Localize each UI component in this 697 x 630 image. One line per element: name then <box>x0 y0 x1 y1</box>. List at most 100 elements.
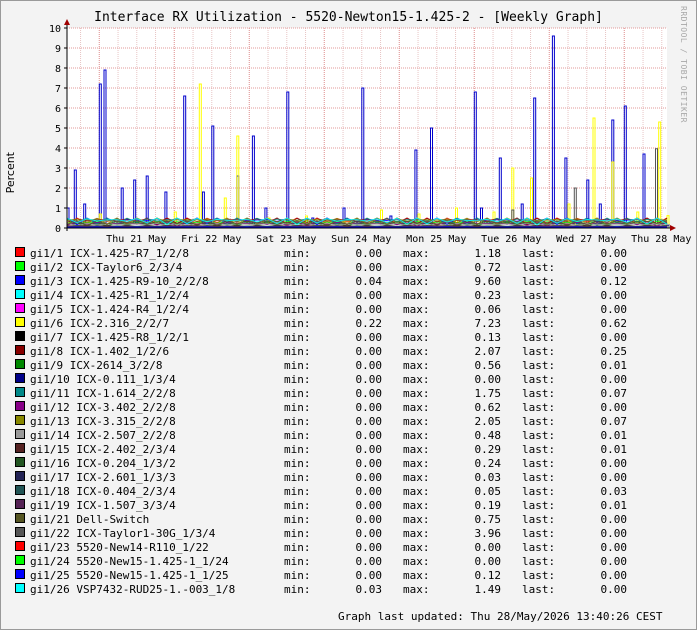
legend-last-value: 0.01 <box>600 499 628 512</box>
legend-min-label: min: <box>284 555 311 568</box>
legend-min-value: 0.00 <box>355 387 383 400</box>
legend-swatch <box>15 261 25 271</box>
legend-max-value: 1.49 <box>474 583 502 596</box>
legend-last-value: 0.07 <box>600 387 628 400</box>
legend-max-label: max: <box>403 261 430 274</box>
legend-swatch <box>15 457 25 467</box>
legend-max-value: 0.00 <box>474 373 502 386</box>
legend-last-label: last: <box>522 415 556 428</box>
legend-max-label: max: <box>403 457 430 470</box>
legend-series-name: gi1/24 5520-New15-1.425-1_1/24 <box>30 555 229 568</box>
legend-swatch <box>15 359 25 369</box>
legend-min-value: 0.00 <box>355 247 383 260</box>
legend-max-label: max: <box>403 359 430 372</box>
legend-min-label: min: <box>284 317 311 330</box>
legend-swatch <box>15 555 25 565</box>
legend-last-value: 0.62 <box>600 317 628 330</box>
legend-min-value: 0.00 <box>355 471 383 484</box>
legend-max-label: max: <box>403 373 430 386</box>
legend-row: gi1/7 ICX-1.425-R8_1/2/1 min: 0.00 max: 0.13… <box>0 331 697 345</box>
legend-last-label: last: <box>522 541 556 554</box>
legend-max-value: 1.75 <box>474 387 502 400</box>
legend-min-value: 0.00 <box>355 359 383 372</box>
legend-max-label: max: <box>403 387 430 400</box>
legend-swatch <box>15 275 25 285</box>
legend-row: gi1/19 ICX-1.507_3/3/4 min: 0.00 max: 0.19 la… <box>0 499 697 513</box>
legend-max-label: max: <box>403 569 430 582</box>
legend-min-value: 0.00 <box>355 289 383 302</box>
legend-swatch <box>15 373 25 383</box>
legend-row: gi1/8 ICX-1.402_1/2/6 min: 0.00 max: 2.07 las… <box>0 345 697 359</box>
legend-max-value: 0.00 <box>474 541 502 554</box>
legend-last-label: last: <box>522 401 556 414</box>
legend-max-label: max: <box>403 513 430 526</box>
legend-series-name: gi1/26 VSP7432-RUD25-1.-003_1/8 <box>30 583 236 596</box>
legend-min-value: 0.00 <box>355 373 383 386</box>
legend-series-name: gi1/17 ICX-2.601_1/3/3 <box>30 471 176 484</box>
legend-min-label: min: <box>284 345 311 358</box>
legend-series-name: gi1/6 ICX-2.316_2/2/7 <box>30 317 170 330</box>
legend-min-label: min: <box>284 415 311 428</box>
x-tick-label: Thu 28 May <box>631 234 691 245</box>
legend-min-label: min: <box>284 275 311 288</box>
legend-swatch <box>15 387 25 397</box>
legend-series-name: gi1/19 ICX-1.507_3/3/4 <box>30 499 176 512</box>
legend-min-label: min: <box>284 471 311 484</box>
legend-last-value: 0.00 <box>600 583 628 596</box>
legend-last-label: last: <box>522 331 556 344</box>
y-axis-arrow <box>64 19 70 25</box>
legend-swatch <box>15 527 25 537</box>
legend-max-value: 0.56 <box>474 359 502 372</box>
legend-row: gi1/2 ICX-Taylor6_2/3/4 min: 0.00 max: 0.72 l… <box>0 261 697 275</box>
legend-row: gi1/26 VSP7432-RUD25-1.-003_1/8 min: 0.03 m… <box>0 583 697 597</box>
x-tick-label: Tue 26 May <box>481 234 541 245</box>
legend-row: gi1/14 ICX-2.507_2/2/8 min: 0.00 max: 0.48 la… <box>0 429 697 443</box>
legend-row: gi1/24 5520-New15-1.425-1_1/24 min: 0.00 ma… <box>0 555 697 569</box>
legend-last-value: 0.00 <box>600 303 628 316</box>
legend-max-value: 0.23 <box>474 289 502 302</box>
legend-series-name: gi1/4 ICX-1.425-R1_1/2/4 <box>30 289 189 302</box>
legend-series-name: gi1/15 ICX-2.402_2/3/4 <box>30 443 176 456</box>
legend-last-label: last: <box>522 443 556 456</box>
x-tick-label: Thu 21 May <box>106 234 166 245</box>
legend-min-label: min: <box>284 387 311 400</box>
legend-max-label: max: <box>403 331 430 344</box>
legend-row: gi1/10 ICX-0.111_1/3/4 min: 0.00 max: 0.00 la… <box>0 373 697 387</box>
legend-row: gi1/16 ICX-0.204_1/3/2 min: 0.00 max: 0.24 la… <box>0 457 697 471</box>
legend-min-value: 0.00 <box>355 429 383 442</box>
legend-last-label: last: <box>522 485 556 498</box>
legend-row: gi1/18 ICX-0.404_2/3/4 min: 0.00 max: 0.05 la… <box>0 485 697 499</box>
legend-min-label: min: <box>284 485 311 498</box>
legend-max-value: 0.75 <box>474 513 502 526</box>
legend-last-value: 0.00 <box>600 373 628 386</box>
legend-last-value: 0.03 <box>600 485 628 498</box>
legend-max-value: 9.60 <box>474 275 502 288</box>
legend-swatch <box>15 569 25 579</box>
legend-row: gi1/15 ICX-2.402_2/3/4 min: 0.00 max: 0.29 la… <box>0 443 697 457</box>
legend-max-label: max: <box>403 583 430 596</box>
legend-swatch <box>15 583 25 593</box>
legend-swatch <box>15 289 25 299</box>
legend-row: gi1/12 ICX-3.402_2/2/8 min: 0.00 max: 0.62 la… <box>0 401 697 415</box>
legend-swatch <box>15 443 25 453</box>
legend-max-label: max: <box>403 429 430 442</box>
legend-min-value: 0.00 <box>355 499 383 512</box>
legend-last-label: last: <box>522 261 556 274</box>
legend-max-value: 2.05 <box>474 415 502 428</box>
legend-last-label: last: <box>522 499 556 512</box>
last-updated: Graph last updated: Thu 28/May/2026 13:4… <box>338 610 663 623</box>
y-tick-label: 9 <box>55 44 61 55</box>
legend-swatch <box>15 429 25 439</box>
legend-max-label: max: <box>403 485 430 498</box>
y-tick-label: 0 <box>55 224 61 235</box>
legend-last-label: last: <box>522 429 556 442</box>
legend-row: gi1/13 ICX-3.315_2/2/8 min: 0.00 max: 2.05 la… <box>0 415 697 429</box>
legend-row: gi1/25 5520-New15-1.425-1_1/25 min: 0.00 ma… <box>0 569 697 583</box>
legend-last-label: last: <box>522 527 556 540</box>
legend-min-value: 0.00 <box>355 569 383 582</box>
legend-last-label: last: <box>522 387 556 400</box>
legend-max-label: max: <box>403 541 430 554</box>
legend-last-label: last: <box>522 303 556 316</box>
legend-swatch <box>15 471 25 481</box>
legend-last-value: 0.07 <box>600 415 628 428</box>
